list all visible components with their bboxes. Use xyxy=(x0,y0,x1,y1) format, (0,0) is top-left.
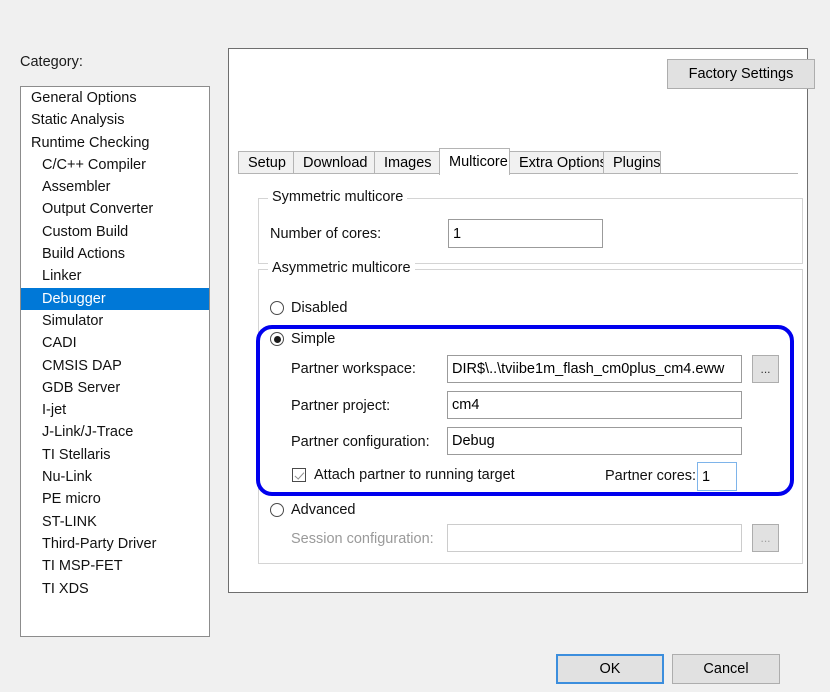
ok-button[interactable]: OK xyxy=(556,654,664,684)
sidebar-item-i-jet[interactable]: I-jet xyxy=(21,399,209,421)
symmetric-multicore-group-title: Symmetric multicore xyxy=(268,189,408,205)
partner-project-input[interactable] xyxy=(447,391,742,419)
sidebar-item-cmsis-dap[interactable]: CMSIS DAP xyxy=(21,355,209,377)
sidebar-item-static-analysis[interactable]: Static Analysis xyxy=(21,109,209,131)
sidebar-item-assembler[interactable]: Assembler xyxy=(21,176,209,198)
partner-cores-input[interactable] xyxy=(697,462,737,491)
sidebar-item-j-link-j-trace[interactable]: J-Link/J-Trace xyxy=(21,421,209,443)
sidebar-item-custom-build[interactable]: Custom Build xyxy=(21,221,209,243)
sidebar-item-nu-link[interactable]: Nu-Link xyxy=(21,466,209,488)
radio-mode-simple-label: Simple xyxy=(291,331,336,347)
number-of-cores-input[interactable] xyxy=(448,219,603,248)
sidebar-item-st-link[interactable]: ST-LINK xyxy=(21,511,209,533)
tab-plugins[interactable]: Plugins xyxy=(603,151,661,174)
radio-mode-advanced-label: Advanced xyxy=(291,502,356,518)
sidebar-item-build-actions[interactable]: Build Actions xyxy=(21,243,209,265)
partner-workspace-label: Partner workspace: xyxy=(291,361,416,377)
sidebar-item-ti-stellaris[interactable]: TI Stellaris xyxy=(21,444,209,466)
radio-disabled-icon xyxy=(270,301,284,315)
partner-configuration-label: Partner configuration: xyxy=(291,434,430,450)
tab-strip: Setup Download Images Multicore Extra Option… xyxy=(238,148,798,175)
sidebar-item-cadi[interactable]: CADI xyxy=(21,332,209,354)
sidebar-item-debugger[interactable]: Debugger xyxy=(21,287,209,310)
category-list[interactable]: General Options Static Analysis Runtime Ch… xyxy=(20,86,210,637)
sidebar-item-linker[interactable]: Linker xyxy=(21,265,209,287)
partner-workspace-browse-button[interactable]: ... xyxy=(752,355,779,383)
sidebar-item-general-options[interactable]: General Options xyxy=(21,87,209,109)
sidebar-item-pe-micro[interactable]: PE micro xyxy=(21,488,209,510)
partner-workspace-input[interactable] xyxy=(447,355,742,383)
asymmetric-multicore-group-title: Asymmetric multicore xyxy=(268,260,415,276)
tab-multicore[interactable]: Multicore xyxy=(439,148,510,175)
radio-mode-disabled-label: Disabled xyxy=(291,300,348,316)
partner-configuration-input[interactable] xyxy=(447,427,742,455)
factory-settings-button[interactable]: Factory Settings xyxy=(667,59,815,89)
partner-project-label: Partner project: xyxy=(291,398,391,414)
attach-partner-checkbox[interactable]: Attach partner to running target xyxy=(292,467,515,483)
sidebar-item-output-converter[interactable]: Output Converter xyxy=(21,198,209,220)
checkbox-checked-icon xyxy=(292,468,306,482)
number-of-cores-label: Number of cores: xyxy=(270,226,382,242)
tab-download[interactable]: Download xyxy=(293,151,375,174)
sidebar-item-runtime-checking[interactable]: Runtime Checking xyxy=(21,132,209,154)
tab-images[interactable]: Images xyxy=(374,151,440,174)
radio-mode-advanced[interactable]: Advanced xyxy=(270,502,356,518)
cancel-button[interactable]: Cancel xyxy=(672,654,780,684)
category-label: Category: xyxy=(20,54,83,70)
sidebar-item-ti-msp-fet[interactable]: TI MSP-FET xyxy=(21,555,209,577)
session-configuration-label: Session configuration: xyxy=(291,531,434,547)
radio-advanced-icon xyxy=(270,503,284,517)
session-configuration-input xyxy=(447,524,742,552)
session-configuration-browse-button: ... xyxy=(752,524,779,552)
sidebar-item-simulator[interactable]: Simulator xyxy=(21,310,209,332)
tab-setup[interactable]: Setup xyxy=(238,151,294,174)
sidebar-item-ti-xds[interactable]: TI XDS xyxy=(21,578,209,600)
radio-mode-disabled[interactable]: Disabled xyxy=(270,300,347,316)
radio-mode-simple[interactable]: Simple xyxy=(270,331,335,347)
sidebar-item-c-c-compiler[interactable]: C/C++ Compiler xyxy=(21,154,209,176)
tab-extra-options[interactable]: Extra Options xyxy=(509,151,607,174)
tab-strip-underline xyxy=(238,173,798,174)
sidebar-item-third-party-driver[interactable]: Third-Party Driver xyxy=(21,533,209,555)
attach-partner-label: Attach partner to running target xyxy=(314,467,515,483)
radio-simple-icon xyxy=(270,332,284,346)
sidebar-item-gdb-server[interactable]: GDB Server xyxy=(21,377,209,399)
partner-cores-label: Partner cores: xyxy=(605,468,697,484)
